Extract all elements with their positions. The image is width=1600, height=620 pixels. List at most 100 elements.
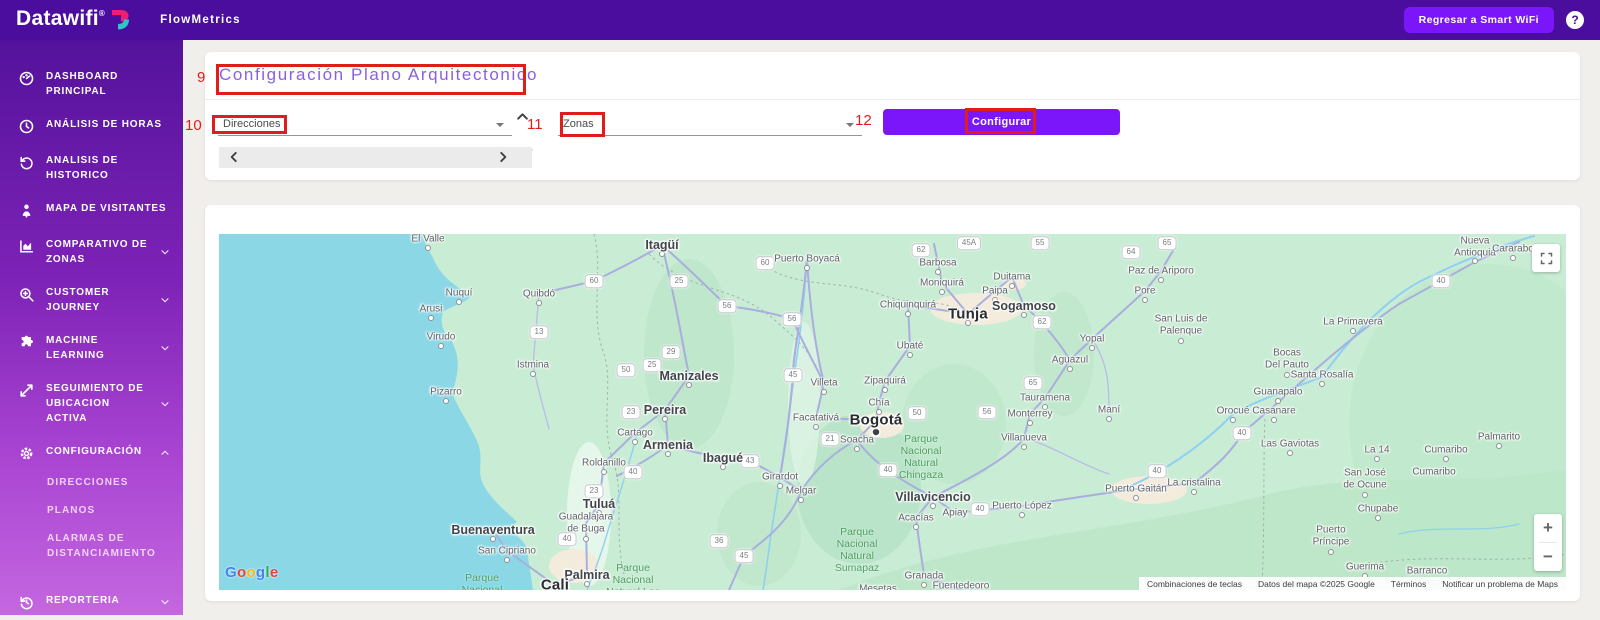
- scroll-left-button[interactable]: [227, 150, 241, 164]
- map-city-dot: [659, 251, 665, 257]
- map-city-dot: [854, 446, 860, 452]
- map-city-dot: [1496, 443, 1502, 449]
- sidebar-submenu: DIRECCIONES PLANOS ALARMAS DE DISTANCIAMIE…: [0, 471, 183, 584]
- map-city-dot: [1328, 549, 1334, 555]
- route-shield: 50: [616, 363, 636, 377]
- person-pin-icon: [18, 202, 35, 219]
- sidebar-item-comparativo-de-zonas[interactable]: COMPARATIVO DE ZONAS: [0, 228, 183, 276]
- sidebar-item-seguimiento-de-ubicacion-activa[interactable]: SEGUIMIENTO DE UBICACION ACTIVA: [0, 372, 183, 435]
- page: Datawifi ® FlowMetrics Regresar a Smart W…: [0, 0, 1600, 615]
- map-city-dot: [777, 483, 783, 489]
- sidebar-item-label: ANÁLISIS DE HORAS: [46, 119, 162, 130]
- route-shield: 40: [623, 465, 643, 479]
- clock-icon: [18, 118, 35, 135]
- sidebar-item-configuracion[interactable]: CONFIGURACIÓN: [0, 435, 183, 471]
- attribution-link[interactable]: Notificar un problema de Maps: [1442, 579, 1558, 589]
- attribution-link[interactable]: Datos del mapa ©2025 Google: [1258, 579, 1375, 589]
- map-city-dot: [438, 343, 444, 349]
- annotation-number-9: 9: [197, 69, 206, 86]
- route-shield: 62: [1032, 315, 1052, 329]
- map-city-dot: [1042, 404, 1048, 410]
- fullscreen-button[interactable]: [1532, 244, 1560, 272]
- google-logo-letter: o: [246, 564, 256, 581]
- attribution-link[interactable]: Términos: [1391, 579, 1426, 589]
- top-bar: Datawifi ® FlowMetrics Regresar a Smart W…: [0, 0, 1600, 40]
- route-shield: 21: [820, 432, 840, 446]
- map-city-dot: [813, 424, 819, 430]
- regresar-smart-wifi-button[interactable]: Regresar a Smart WiFi: [1403, 7, 1554, 33]
- route-shield: 36: [709, 534, 729, 548]
- zoom-in-button[interactable]: +: [1534, 514, 1562, 542]
- map-city-dot: [882, 387, 888, 393]
- help-icon[interactable]: ?: [1566, 11, 1584, 29]
- zoom-out-button[interactable]: −: [1534, 543, 1562, 571]
- chevron-down-icon: [159, 342, 171, 354]
- map-city-dot: [662, 416, 668, 422]
- sidebar-subitem-direcciones[interactable]: DIRECCIONES: [47, 475, 169, 490]
- sidebar-item-label: REPORTERIA: [46, 595, 120, 606]
- google-logo-letter: e: [269, 564, 279, 581]
- sidebar-item-machine-learning[interactable]: MACHINE LEARNING: [0, 324, 183, 372]
- google-logo[interactable]: Google: [225, 564, 279, 581]
- route-shield: 62: [911, 243, 931, 257]
- sidebar-item-label: CUSTOMER JOURNEY: [46, 287, 110, 313]
- map-city-dot: [1067, 366, 1073, 372]
- sidebar-item-label: DASHBOARD PRINCIPAL: [46, 71, 119, 97]
- route-shield: 40: [1147, 464, 1167, 478]
- report-icon: [18, 594, 35, 611]
- map-city-dot: [1009, 283, 1015, 289]
- sidebar-item-analisis-de-horas[interactable]: ANÁLISIS DE HORAS: [0, 108, 183, 144]
- route-shield: 45: [734, 549, 754, 563]
- map-city-dot: [583, 536, 589, 542]
- map-city-dot: [965, 320, 971, 326]
- sidebar-item-customer-journey[interactable]: CUSTOMER JOURNEY: [0, 276, 183, 324]
- map-canvas: [219, 234, 1566, 590]
- route-shield: 43: [740, 454, 760, 468]
- map-city-dot: [536, 300, 542, 306]
- product-name: FlowMetrics: [160, 14, 241, 26]
- map-city-dot: [821, 389, 827, 395]
- map-city-dot: [584, 581, 590, 587]
- search-icon: [18, 286, 35, 303]
- map-city-dot: [1019, 512, 1025, 518]
- map-city-dot: [1191, 489, 1197, 495]
- sidebar-subitem-planos[interactable]: PLANOS: [47, 503, 169, 518]
- sidebar-item-dashboard-principal[interactable]: DASHBOARD PRINCIPAL: [0, 60, 183, 108]
- sidebar-subitem-alarmas-de-distanciamiento[interactable]: ALARMAS DE DISTANCIAMIENTO: [47, 531, 169, 561]
- map-city-dot: [1027, 420, 1033, 426]
- map-city-dot: [992, 297, 998, 303]
- sidebar-item-label: MAPA DE VISITANTES: [46, 203, 167, 214]
- route-shield: 23: [621, 405, 641, 419]
- plan-scrollbar[interactable]: [219, 147, 532, 168]
- scroll-right-button[interactable]: [496, 150, 510, 164]
- map-city-dot: [1375, 515, 1381, 521]
- puzzle-icon: [18, 334, 35, 351]
- brand-mark-icon: [108, 7, 134, 33]
- dashboard-icon: [18, 70, 35, 87]
- sidebar-item-label: SEGUIMIENTO DE UBICACION ACTIVA: [46, 383, 144, 424]
- annotation-box-11: [560, 112, 605, 137]
- map-city-dot: [913, 524, 919, 530]
- map-attribution: Combinaciones de teclas Datos del mapa ©2…: [1138, 577, 1566, 590]
- map-city-dot: [720, 464, 726, 470]
- sidebar-item-mapa-de-visitantes[interactable]: MAPA DE VISITANTES: [0, 192, 183, 228]
- map-city-dot: [1021, 312, 1027, 318]
- map-city-dot: [456, 299, 462, 305]
- chevron-down-icon: [159, 246, 171, 258]
- registered-mark: ®: [98, 9, 106, 18]
- sidebar-item-analisis-de-historico[interactable]: ANALISIS DE HISTORICO: [0, 144, 183, 192]
- annotation-number-11: 11: [527, 116, 543, 133]
- map-city-dot: [443, 398, 449, 404]
- chevron-down-icon: [159, 294, 171, 306]
- attribution-link[interactable]: Combinaciones de teclas: [1147, 579, 1242, 589]
- sidebar-item-label: MACHINE LEARNING: [46, 335, 105, 361]
- chevron-down-icon: [159, 398, 171, 410]
- route-shield: 23: [584, 484, 604, 498]
- map-city-dot: [504, 557, 510, 563]
- route-shield: 13: [529, 325, 549, 339]
- route-shield: 40: [1431, 274, 1451, 288]
- google-map[interactable]: El Valle Nuquí Arusi Virudo Istmina Pizarro Qu…: [219, 234, 1566, 590]
- map-city-dot: [686, 382, 692, 388]
- map-panel: El Valle Nuquí Arusi Virudo Istmina Pizarro Qu…: [205, 205, 1580, 601]
- route-shield: 25: [669, 274, 689, 288]
